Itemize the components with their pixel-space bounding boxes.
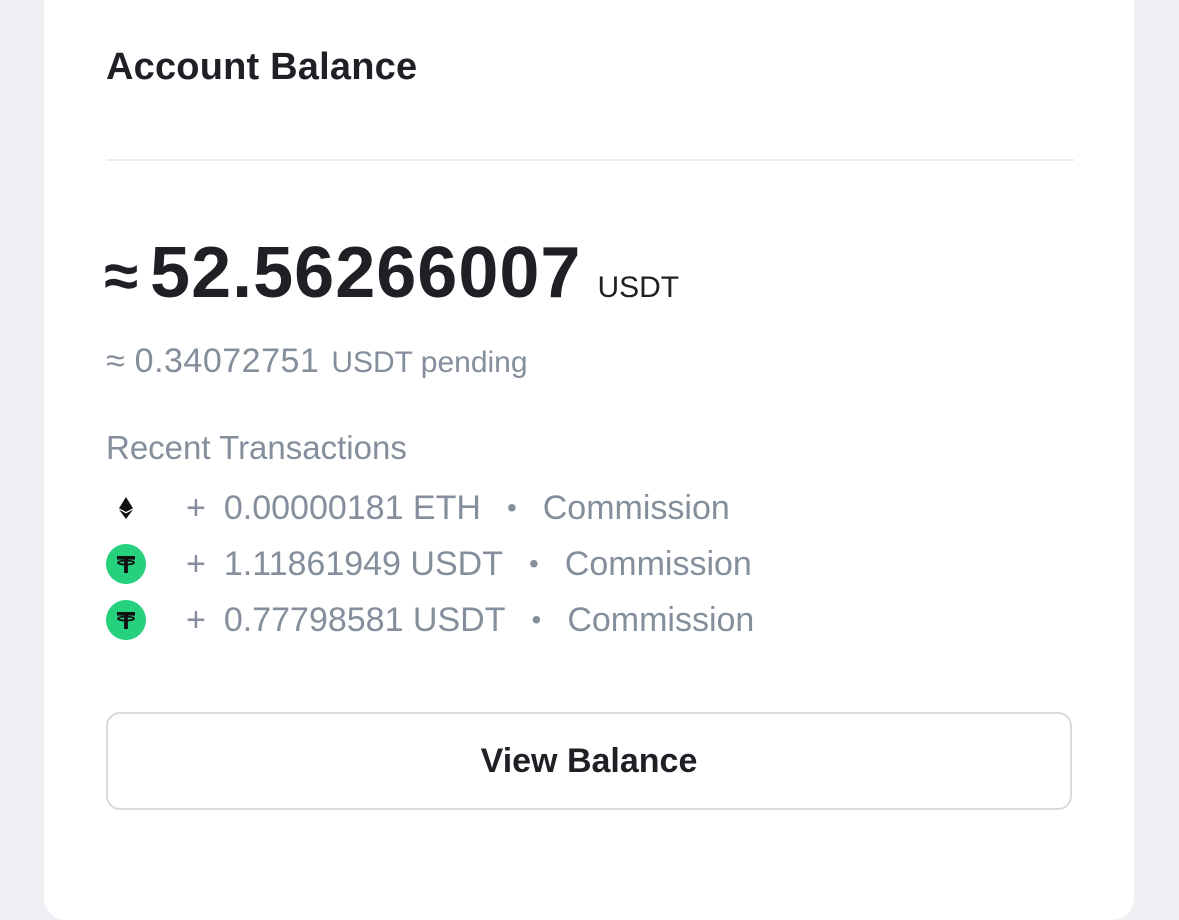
transaction-item: + 0.00000181 ETH • Commission — [106, 480, 1074, 536]
separator-dot: • — [506, 492, 517, 523]
transaction-sign: + — [186, 600, 206, 639]
pending-approx-symbol: ≈ — [106, 342, 125, 380]
pending-amount: 0.34072751 — [134, 342, 320, 380]
pending-label: USDT pending — [331, 346, 528, 379]
balance-unit: USDT — [597, 271, 680, 304]
card-title: Account Balance — [106, 46, 418, 88]
transaction-type: Commission — [542, 488, 730, 527]
transaction-text: + 1.11861949 USDT • Commission — [186, 545, 752, 584]
transaction-type: Commission — [567, 600, 755, 639]
approx-symbol: ≈ — [104, 242, 139, 311]
tether-icon — [106, 600, 146, 640]
transaction-sign: + — [186, 544, 206, 583]
separator-dot: • — [528, 548, 539, 579]
transaction-amount: 0.00000181 ETH — [223, 488, 481, 527]
transaction-item: + 0.77798581 USDT • Commission — [106, 592, 1074, 648]
transaction-type: Commission — [564, 544, 752, 583]
transaction-amount: 1.11861949 USDT — [223, 544, 503, 583]
transaction-sign: + — [186, 488, 206, 527]
transaction-text: + 0.77798581 USDT • Commission — [186, 601, 754, 640]
balance-amount: 52.56266007 — [150, 233, 582, 313]
transaction-amount: 0.77798581 USDT — [223, 600, 506, 639]
separator-dot: • — [531, 604, 542, 635]
divider — [106, 159, 1074, 161]
pending-balance: ≈ 0.34072751 USDT pending — [106, 342, 528, 381]
ethereum-icon — [106, 488, 146, 528]
view-balance-button[interactable]: View Balance — [106, 712, 1072, 810]
recent-transactions-label: Recent Transactions — [106, 429, 407, 466]
total-balance: ≈ 52.56266007 USDT — [104, 232, 679, 322]
transaction-text: + 0.00000181 ETH • Commission — [186, 489, 730, 528]
transaction-list: + 0.00000181 ETH • Commission + 1.118619… — [106, 480, 1074, 648]
transaction-item: + 1.11861949 USDT • Commission — [106, 536, 1074, 592]
account-balance-card: Account Balance ≈ 52.56266007 USDT ≈ 0.3… — [44, 0, 1134, 920]
tether-icon — [106, 544, 146, 584]
